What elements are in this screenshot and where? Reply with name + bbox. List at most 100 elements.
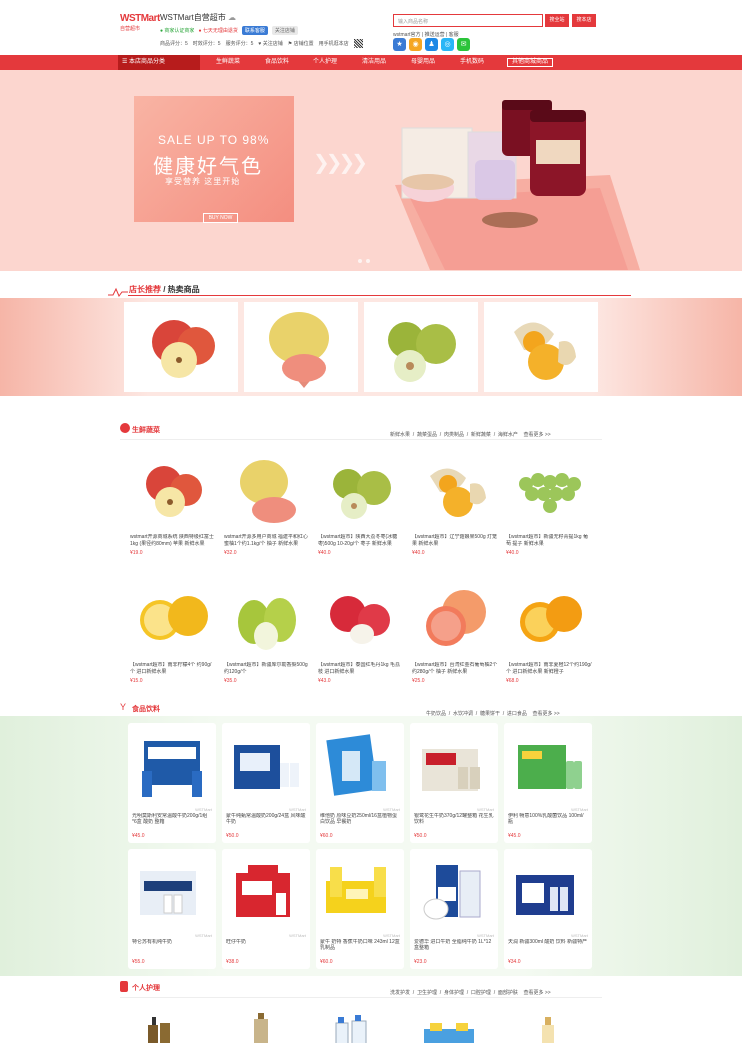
- product-name[interactable]: 【wstmart超市】新疆无籽青提1kg 葡萄 提子 新鲜水果: [506, 534, 592, 548]
- product-card[interactable]: 【wstmart超市】陕西大荔冬枣(冰糖枣)500g 10-20g/个 枣子 新…: [318, 454, 404, 556]
- floor-link[interactable]: 进口食品: [507, 711, 527, 717]
- floor-link[interactable]: 水饮冲调: [453, 711, 473, 717]
- product-price: ¥45.0: [132, 833, 145, 839]
- product-name[interactable]: 银鹭花生牛奶370g/12罐整箱 花生乳 饮料: [414, 813, 494, 825]
- product-name[interactable]: 【wstmart超市】陕西大荔冬枣(冰糖枣)500g 10-20g/个 枣子 新…: [318, 534, 404, 548]
- product-name[interactable]: 特仑苏有机纯牛奶: [132, 939, 212, 951]
- floor-link[interactable]: 牛奶饮品: [426, 711, 446, 717]
- product-name[interactable]: 天润 新疆300ml 酸奶 饮料 新疆特产: [508, 939, 588, 951]
- product-card[interactable]: WSTMart 伊利 畅意100%乳酸菌饮品 100ml/瓶 ¥45.0: [504, 723, 592, 843]
- floor-link[interactable]: 新鲜水果: [390, 432, 410, 438]
- product-card[interactable]: WSTMart 特仑苏有机纯牛奶 ¥55.0: [128, 849, 216, 969]
- shop-location-link[interactable]: ⚑ 店铺位置: [288, 40, 314, 47]
- floor-link[interactable]: 蔬菜蛋品: [417, 432, 437, 438]
- floor-link[interactable]: 海鲜水产: [498, 432, 518, 438]
- product-card[interactable]: wstmart开源商城系统 陕西特级红富士1kg (果径约80mm) 苹果 新鲜…: [130, 454, 216, 556]
- product-name[interactable]: 【wstmart超市】南非柠檬4个 约90g/个 进口新鲜水果: [130, 662, 216, 676]
- product-card[interactable]: 【wstmart超市】新疆无籽青提1kg 葡萄 提子 新鲜水果 ¥40.0: [506, 454, 592, 556]
- view-more-link[interactable]: 查看更多 >>: [532, 711, 559, 717]
- floor-link[interactable]: 面部护肤: [498, 990, 518, 996]
- product-image: [426, 590, 486, 646]
- mobile-shop-link[interactable]: 用手机逛本店: [319, 40, 349, 47]
- product-card[interactable]: 【wstmart超市】新疆库尔勒香梨500g约120g/个 ¥35.0: [224, 582, 310, 684]
- product-card[interactable]: 【wstmart超市】台湾红金石葡萄柚2个约280g/个 柚子 新鲜水果 ¥25…: [412, 582, 498, 684]
- shop-logo[interactable]: WSTMart 自营超市: [120, 13, 160, 37]
- product-name[interactable]: 【wstmart超市】辽宁菇娘果500g 灯笼果 新鲜水果: [412, 534, 498, 548]
- product-card[interactable]: WSTMart 维他奶 原味豆奶250ml/16盒植物蛋白饮品 早餐奶 ¥60.…: [316, 723, 404, 843]
- follow-badge-button[interactable]: 关注店铺: [271, 26, 298, 35]
- product-name[interactable]: 旺仔牛奶: [226, 939, 306, 951]
- star-icon[interactable]: ★: [393, 38, 406, 51]
- product-name[interactable]: 【wstmart超市】南非夏橙12个约190g/个 进口新鲜水果 新鲜橙子: [506, 662, 592, 676]
- floor-link[interactable]: 洗发护发: [390, 990, 410, 996]
- nav-item-cleaning[interactable]: 清洁用品: [362, 55, 386, 70]
- search-all-button[interactable]: 搜全站: [545, 14, 569, 27]
- product-price: ¥50.0: [226, 833, 239, 839]
- product-card[interactable]: WSTMart 蒙牛 奶特 香蕉牛奶口味 243ml 12盒 乳制品 ¥60.0: [316, 849, 404, 969]
- product-name[interactable]: wstmart开源多用户商城 福建平和红心蜜柚1个约1.1kg/个 柚子 新鲜水…: [224, 534, 310, 548]
- product-card[interactable]: wstmart开源多用户商城 福建平和红心蜜柚1个约1.1kg/个 柚子 新鲜水…: [224, 454, 310, 556]
- view-more-link[interactable]: 查看更多 >>: [523, 990, 550, 996]
- nav-item-care[interactable]: 个人护理: [313, 55, 337, 70]
- product-card[interactable]: 【wstmart超市】南非夏橙12个约190g/个 进口新鲜水果 新鲜橙子 ¥6…: [506, 582, 592, 684]
- follow-shop-link[interactable]: ♥ 关注店铺: [258, 40, 282, 47]
- search-input[interactable]: 输入商品名称: [393, 14, 543, 27]
- product-name[interactable]: 【wstmart超市】泰国红毛丹1kg 毛荔枝 进口新鲜水果: [318, 662, 404, 676]
- category-menu-button[interactable]: ☰ 本店商品分类: [118, 55, 200, 70]
- product-name[interactable]: wstmart开源商城系统 陕西特级红富士1kg (果径约80mm) 苹果 新鲜…: [130, 534, 216, 548]
- product-name[interactable]: 【wstmart超市】台湾红金石葡萄柚2个约280g/个 柚子 新鲜水果: [412, 662, 498, 676]
- product-card[interactable]: 【wstmart超市】南非柠檬4个 约90g/个 进口新鲜水果 ¥15.0: [130, 582, 216, 684]
- banner-dot[interactable]: [358, 259, 362, 263]
- view-more-link[interactable]: 查看更多 >>: [523, 432, 550, 438]
- watermark: WSTMart: [571, 933, 588, 938]
- product-card[interactable]: WSTMart 爱德华 进口牛奶 全脂纯牛奶 1L*12盒整箱 ¥23.0: [410, 849, 498, 969]
- hot-product-card[interactable]: [364, 302, 478, 392]
- nav-item-digital[interactable]: 手机数码: [460, 55, 484, 70]
- nav-item-fresh[interactable]: 生鲜蔬菜: [216, 55, 240, 70]
- floor-link[interactable]: 糖果饼干: [480, 711, 500, 717]
- search-shop-button[interactable]: 搜本店: [572, 14, 596, 27]
- nav-item-other[interactable]: 其他商城商品: [507, 58, 554, 67]
- banner-pagination[interactable]: [358, 259, 370, 263]
- qzone-icon[interactable]: ◎: [441, 38, 454, 51]
- product-price: ¥32.0: [224, 550, 237, 556]
- product-card[interactable]: WSTMart 银鹭花生牛奶370g/12罐整箱 花生乳 饮料 ¥50.0: [410, 723, 498, 843]
- hot-product-card[interactable]: [244, 302, 358, 392]
- watermark: WSTMart: [383, 933, 400, 938]
- qr-code-icon[interactable]: [353, 39, 363, 48]
- wechat-icon[interactable]: ✉: [457, 38, 470, 51]
- product-name[interactable]: 爱德华 进口牛奶 全脂纯牛奶 1L*12盒整箱: [414, 939, 494, 951]
- product-card[interactable]: WSTMart 蒙牛纯甄常温酸奶200g/24盒 风味酸牛奶 ¥50.0: [222, 723, 310, 843]
- product-name[interactable]: 光明莫斯利安常温酸牛奶200g/1组*6盒 酸奶 整箱: [132, 813, 212, 825]
- nav-item-baby[interactable]: 母婴用品: [411, 55, 435, 70]
- product-name[interactable]: 【wstmart超市】新疆库尔勒香梨500g约120g/个: [224, 662, 310, 676]
- promo-banner[interactable]: SALE UP TO 98% 健康好气色 享受营养 这里开始 BUY NOW ❯…: [0, 70, 742, 271]
- product-card[interactable]: 【wstmart超市】泰国红毛丹1kg 毛荔枝 进口新鲜水果 ¥43.0: [318, 582, 404, 684]
- product-name[interactable]: 伊利 畅意100%乳酸菌饮品 100ml/瓶: [508, 813, 588, 825]
- floor-link[interactable]: 肉类制品: [444, 432, 464, 438]
- product-price: ¥38.0: [226, 959, 239, 965]
- product-card[interactable]: WSTMart 光明莫斯利安常温酸牛奶200g/1组*6盒 酸奶 整箱 ¥45.…: [128, 723, 216, 843]
- product-name[interactable]: 蒙牛 奶特 香蕉牛奶口味 243ml 12盒 乳制品: [320, 939, 400, 951]
- qq-icon[interactable]: ♟: [425, 38, 438, 51]
- floor-link[interactable]: 口腔护理: [471, 990, 491, 996]
- banner-buy-button[interactable]: BUY NOW: [203, 213, 238, 223]
- floor-link[interactable]: 卫生护理: [417, 990, 437, 996]
- hot-product-card[interactable]: [484, 302, 598, 392]
- nav-item-food[interactable]: 食品饮料: [265, 55, 289, 70]
- contact-button[interactable]: 联系客服: [241, 26, 268, 35]
- product-image-apple: [152, 320, 215, 378]
- product-card[interactable]: 【wstmart超市】辽宁菇娘果500g 灯笼果 新鲜水果 ¥40.0: [412, 454, 498, 556]
- product-name[interactable]: 蒙牛纯甄常温酸奶200g/24盒 风味酸牛奶: [226, 813, 306, 825]
- floor-link[interactable]: 身体护理: [444, 990, 464, 996]
- hot-product-card[interactable]: [124, 302, 238, 392]
- product-card[interactable]: WSTMart 旺仔牛奶 ¥38.0: [222, 849, 310, 969]
- floor-title-fresh: 生鲜蔬菜: [132, 427, 160, 434]
- product-card[interactable]: WSTMart 天润 新疆300ml 酸奶 饮料 新疆特产 ¥34.0: [504, 849, 592, 969]
- hot-links[interactable]: wstmart官方 | 推送运营 | 客服: [393, 31, 459, 38]
- rating-time: 时效评分：5: [192, 41, 221, 47]
- product-name[interactable]: 维他奶 原味豆奶250ml/16盒植物蛋白饮品 早餐奶: [320, 813, 400, 825]
- weibo-icon[interactable]: ◉: [409, 38, 422, 51]
- banner-dot[interactable]: [366, 259, 370, 263]
- floor-link[interactable]: 新鲜蔬菜: [471, 432, 491, 438]
